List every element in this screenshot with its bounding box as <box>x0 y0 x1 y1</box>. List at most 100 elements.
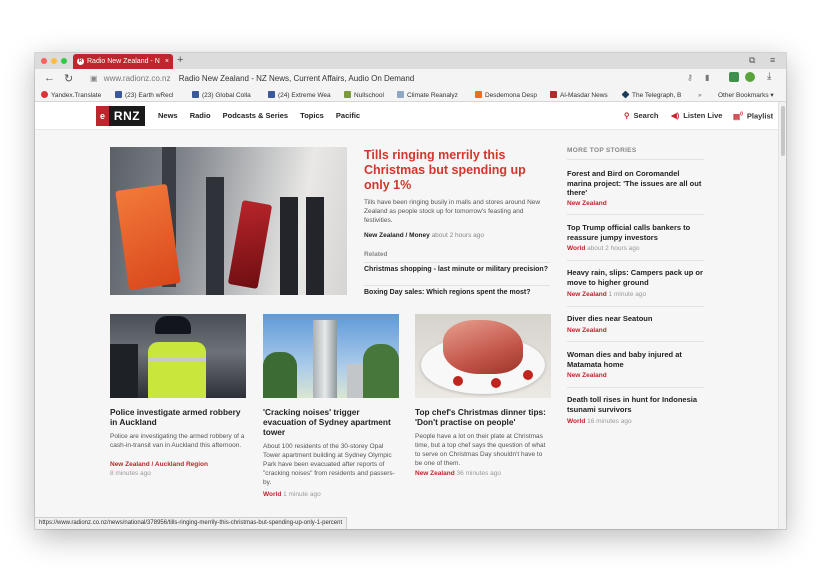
sidebar-story-category[interactable]: New Zealand <box>567 200 607 207</box>
card-summary: People have a lot on their plate at Chri… <box>415 433 546 467</box>
nav-pacific[interactable]: Pacific <box>336 111 360 120</box>
card-time: 36 minutes ago <box>456 470 501 477</box>
playlist-icon: ▤0 <box>733 111 743 121</box>
bookmark-item[interactable]: Yandex.Translate <box>41 91 101 100</box>
nav-topics[interactable]: Topics <box>300 111 324 120</box>
nav-podcasts-series[interactable]: Podcasts & Series <box>223 111 288 120</box>
minimize-window-button[interactable] <box>51 58 57 64</box>
listen-live-button[interactable]: ◀) Listen Live <box>671 111 722 120</box>
main-nav: News Radio Podcasts & Series Topics Paci… <box>158 111 370 120</box>
al-masdar-icon <box>550 91 557 98</box>
sidebar-story-title[interactable]: Diver dies near Seatoun <box>567 314 704 324</box>
status-bar-url: https://www.radionz.co.nz/news/national/… <box>35 517 348 529</box>
tab-close-icon[interactable]: × <box>165 54 169 69</box>
sidebar-story-category[interactable]: New Zealand <box>567 372 607 379</box>
red-shopping-bag <box>227 200 273 289</box>
playlist-button[interactable]: ▤0 Playlist <box>733 111 773 121</box>
sidebar-story-category[interactable]: World <box>567 245 585 252</box>
card-title[interactable]: Police investigate armed robbery in Auck… <box>110 407 246 427</box>
card-summary: Police are investigating the armed robbe… <box>110 433 245 449</box>
bookmark-item[interactable]: Nullschool <box>344 91 384 100</box>
bookmark-item[interactable]: Desdemona Desp <box>475 91 537 100</box>
climate-reanalyzer-icon <box>397 91 404 98</box>
tab-active[interactable]: R Radio New Zealand - N × <box>73 54 173 69</box>
hero-image[interactable] <box>110 147 347 295</box>
url-field[interactable]: ▣ www.radionz.co.nz Radio New Zealand - … <box>90 72 414 86</box>
rnz-logo[interactable]: e RNZ <box>96 106 145 126</box>
key-icon[interactable]: ⚷ <box>687 73 693 82</box>
hero-category[interactable]: New Zealand / Money <box>364 232 430 239</box>
sidebar-story-title[interactable]: Woman dies and baby injured at Matamata … <box>567 350 704 369</box>
card-category[interactable]: New Zealand <box>415 470 455 477</box>
download-icon[interactable]: ⤓ <box>767 71 771 82</box>
sidebar-story-title[interactable]: Death toll rises in hunt for Indonesia t… <box>567 395 704 414</box>
hi-vis-vest <box>148 342 206 398</box>
bookmark-item[interactable]: (23) Global Colla <box>192 91 251 100</box>
bystander-figure <box>110 344 138 398</box>
card-category[interactable]: New Zealand / Auckland Region <box>110 461 246 470</box>
scrollbar[interactable] <box>778 102 786 529</box>
nullschool-icon <box>344 91 351 98</box>
related-link[interactable]: Christmas shopping - last minute or mili… <box>364 265 550 274</box>
trees <box>363 344 399 398</box>
tab-strip: R Radio New Zealand - N × + ⧉ ≡ <box>35 53 786 69</box>
bookmark-item[interactable]: (23) Earth wRecl <box>115 91 173 100</box>
yandex-icon <box>41 91 48 98</box>
extension-icon[interactable] <box>729 72 739 82</box>
sidebar-story-meta: New Zealand <box>567 200 704 207</box>
new-tab-button[interactable]: + <box>177 54 183 66</box>
card-title[interactable]: 'Cracking noises' trigger evacuation of … <box>263 407 399 437</box>
search-button[interactable]: ⚲ Search <box>624 111 659 120</box>
related-link[interactable]: Boxing Day sales: Which regions spent th… <box>364 288 550 297</box>
sidebar-story-meta: World about 2 hours ago <box>567 245 704 252</box>
sidebar-story-title[interactable]: Forest and Bird on Coromandel marina pro… <box>567 169 704 198</box>
restore-window-icon[interactable]: ⧉ <box>749 55 755 66</box>
divider <box>364 262 550 263</box>
bookmark-item[interactable]: The Telegraph, B <box>621 90 681 100</box>
sidebar-story-title[interactable]: Top Trump official calls bankers to reas… <box>567 223 704 242</box>
rnz-logo-text: RNZ <box>109 106 145 126</box>
hero-time: about 2 hours ago <box>431 232 484 239</box>
card-meta: New Zealand / Auckland Region 8 minutes … <box>110 461 246 478</box>
rnz-logo-mark-icon: e <box>96 106 109 126</box>
more-top-stories-heading: MORE TOP STORIES <box>567 147 637 154</box>
lock-icon: ▣ <box>90 74 98 83</box>
sidebar-story-category[interactable]: New Zealand <box>567 327 607 334</box>
nav-news[interactable]: News <box>158 111 178 120</box>
more-bookmarks-chevron-icon[interactable]: » <box>698 91 702 100</box>
bookmark-item[interactable]: Climate Reanalyz <box>397 91 458 100</box>
card-title[interactable]: Top chef's Christmas dinner tips: 'Don't… <box>415 407 551 427</box>
speaker-icon: ◀) <box>671 111 680 120</box>
card-summary: About 100 residents of the 30-storey Opa… <box>263 443 395 486</box>
hero-headline[interactable]: Tills ringing merrily this Christmas but… <box>364 148 550 193</box>
sidebar-story-category[interactable]: New Zealand <box>567 291 607 298</box>
nav-radio[interactable]: Radio <box>190 111 211 120</box>
menu-icon[interactable]: ≡ <box>770 55 775 65</box>
card-category[interactable]: World <box>263 491 281 498</box>
card-image-police[interactable] <box>110 314 246 398</box>
extension-icon[interactable] <box>745 72 755 82</box>
tomato <box>453 376 463 386</box>
card-image-christmas-dinner[interactable] <box>415 314 551 398</box>
divider <box>567 214 704 215</box>
sidebar-story-category[interactable]: World <box>567 418 585 425</box>
roast-ham <box>443 320 523 374</box>
card-image-tower[interactable] <box>263 314 399 398</box>
reload-icon[interactable]: ↻ <box>64 72 73 85</box>
bookmark-icon[interactable]: ▮ <box>705 73 709 82</box>
telegraph-icon <box>621 90 630 99</box>
back-arrow-icon[interactable]: ← <box>44 72 55 84</box>
scrollbar-thumb[interactable] <box>781 106 785 156</box>
sidebar-story-title[interactable]: Heavy rain, slips: Campers pack up or mo… <box>567 268 704 287</box>
search-icon: ⚲ <box>624 111 630 120</box>
close-window-button[interactable] <box>41 58 47 64</box>
maximize-window-button[interactable] <box>61 58 67 64</box>
other-bookmarks[interactable]: Other Bookmarks ▾ <box>718 91 774 100</box>
divider <box>567 260 704 261</box>
bookmark-item[interactable]: (24) Extreme Wea <box>268 91 331 100</box>
site-header: e RNZ News Radio Podcasts & Series Topic… <box>35 102 778 130</box>
related-label: Related <box>364 251 388 258</box>
divider <box>567 159 704 160</box>
sidebar-story-time: 16 minutes ago <box>587 418 632 425</box>
bookmark-item[interactable]: Al-Masdar News <box>550 91 608 100</box>
